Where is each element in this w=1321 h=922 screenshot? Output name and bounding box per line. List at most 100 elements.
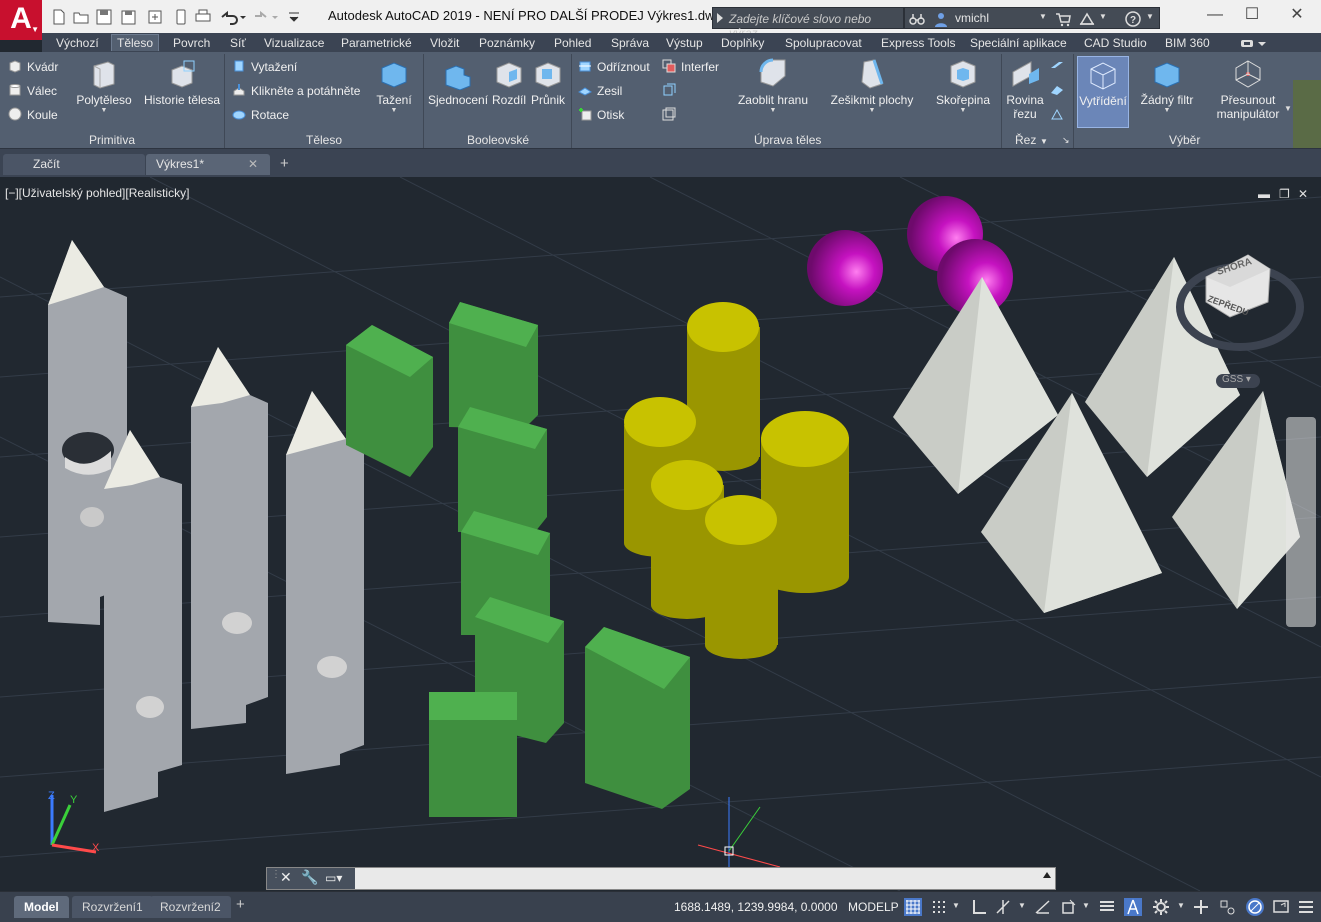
union-button[interactable]: Sjednocení [428,58,488,107]
customize-wrench-icon[interactable]: 🔧 [301,869,318,886]
tab-sprava[interactable]: Správa [611,35,649,52]
expand-arrow-icon[interactable] [717,13,723,23]
command-input[interactable] [357,870,1037,887]
tab-vystup[interactable]: Výstup [666,35,703,52]
sphere-button[interactable]: Koule [8,107,58,122]
tab-poznamky[interactable]: Poznámky [479,35,535,52]
hardware-acceleration-icon[interactable] [1218,898,1236,916]
taper-faces-button[interactable]: Zešikmit plochy ▼ [828,58,916,115]
drawing-viewport[interactable]: Z Y X SHORA ZEPŘEDU [−][Uživatelský pohl… [0,177,1321,891]
ucs-menu[interactable]: GSS ▾ [1216,374,1260,388]
new-tab-icon[interactable]: + [280,155,289,172]
polar-tracking-icon[interactable] [994,898,1012,916]
tab-bim-360[interactable]: BIM 360 [1165,35,1210,52]
web-mobile-icon[interactable] [172,8,190,26]
minimize-icon[interactable]: — [1203,5,1227,25]
panel-launcher-icon[interactable]: ↘ [1062,135,1070,146]
snap-icon[interactable] [930,898,948,916]
search-input[interactable]: Zadejte klíčové slovo nebo výraz. [712,7,904,40]
tab-vizualizace[interactable]: Vizualizace [264,35,324,52]
cart-icon[interactable] [1055,11,1071,27]
tab-cad-studio[interactable]: CAD Studio [1084,35,1147,52]
chevron-down-icon[interactable]: ▼ [1177,901,1185,910]
customize-qat-icon[interactable] [288,8,300,26]
tab-vychozi[interactable]: Výchozí [56,35,99,52]
ribbon-overflow-panel[interactable] [1293,80,1321,148]
chevron-down-icon[interactable]: ▼ [1082,901,1090,910]
file-tab-start[interactable]: Začít [3,154,145,175]
help-icon[interactable]: ? [1125,11,1141,27]
viewport-restore-icon[interactable]: ❐ [1279,187,1290,201]
presspull-button[interactable]: Klikněte a potáhněte [232,83,360,98]
coordinates-readout[interactable]: 1688.1489, 1239.9984, 0.0000 [674,900,838,914]
close-icon[interactable]: ✕ [1285,5,1309,25]
tab-povrch[interactable]: Povrch [173,35,210,52]
command-line[interactable]: ⋮ ✕ 🔧 ▭▾ [266,867,1056,890]
layout-tab-model[interactable]: Model [14,896,69,918]
undo-icon[interactable] [218,8,246,26]
file-tab-drawing1[interactable]: Výkres1* ✕ [146,154,270,175]
tab-teleso[interactable]: Těleso [111,34,160,51]
imprint-button[interactable]: Otisk [578,107,624,122]
subtract-button[interactable]: Rozdíl [491,58,527,107]
lineweight-icon[interactable] [1098,898,1116,916]
fillet-edge-button[interactable]: Zaoblit hranu ▼ [736,58,810,115]
user-icon[interactable] [933,11,949,27]
viewport-controls-label[interactable]: [−][Uživatelský pohled][Realisticky] [5,186,189,200]
publish-icon[interactable] [146,8,164,26]
navigation-bar[interactable] [1286,417,1316,627]
binoculars-icon[interactable] [909,11,925,27]
settings-gear-icon[interactable] [1152,898,1170,916]
autodesk-a360-icon[interactable] [1079,11,1095,27]
annotation-scale-icon[interactable] [1124,898,1142,916]
chevron-down-icon[interactable]: ▼ [1039,12,1047,21]
chevron-down-icon[interactable]: ▼ [1146,12,1154,21]
command-line-grip[interactable]: ⋮ ✕ 🔧 ▭▾ [267,868,355,889]
ortho-icon[interactable] [970,898,988,916]
save-as-icon[interactable] [120,8,138,26]
object-snap-icon[interactable] [1060,898,1078,916]
clean-button[interactable] [662,107,681,122]
plot-icon[interactable] [194,8,212,26]
intersect-button[interactable]: Průnik [530,58,566,107]
isodraft-icon[interactable] [1034,898,1052,916]
model-space-toggle[interactable]: MODELP [848,900,899,914]
chevron-down-icon[interactable]: ▼ [952,901,960,910]
tab-vlozit[interactable]: Vložit [430,35,459,52]
chevron-down-icon[interactable]: ▼ [1284,104,1292,113]
sweep-button[interactable]: Tažení ▼ [374,58,414,115]
grid-icon[interactable] [904,898,922,916]
customization-menu-icon[interactable] [1297,898,1315,916]
add-jog-button[interactable] [1050,83,1069,98]
layout-tab-layout2[interactable]: Rozvržení2 [150,896,231,918]
chevron-down-icon[interactable]: ▼ [1018,901,1026,910]
tab-spolupracovat[interactable]: Spolupracovat [785,35,862,52]
save-icon[interactable] [95,8,113,26]
box-button[interactable]: Kvádr [8,59,58,74]
model-scene[interactable]: Z Y X SHORA ZEPŘEDU [0,177,1321,891]
tab-doplnky[interactable]: Doplňky [721,35,764,52]
generate-section-button[interactable] [1050,107,1069,122]
interfere-button[interactable]: Interfer [662,59,719,74]
new-file-icon[interactable] [50,8,68,26]
redo-icon[interactable] [252,8,280,26]
tab-express-tools[interactable]: Express Tools [881,35,955,52]
cylinder-button[interactable]: Válec [8,83,57,98]
section-plane-button[interactable]: Rovina řezu [1004,58,1046,121]
thicken-button[interactable]: Zesil [578,83,622,98]
viewport-close-icon[interactable]: ✕ [1298,187,1308,201]
application-menu-button[interactable]: A ▼ [0,0,42,40]
command-history-icon[interactable] [1043,872,1051,878]
tab-sit[interactable]: Síť [230,35,246,52]
culling-button[interactable]: Vytřídění [1077,56,1129,128]
separate-button[interactable] [662,83,681,98]
close-command-line-icon[interactable]: ✕ [280,869,292,886]
no-filter-button[interactable]: Žádný filtr ▼ [1136,58,1198,115]
layout-tab-layout1[interactable]: Rozvržení1 [72,896,153,918]
slice-button[interactable]: Odříznout [578,59,650,74]
extrude-button[interactable]: Vytažení [232,59,297,74]
maximize-icon[interactable]: ☐ [1240,5,1264,25]
move-gizmo-button[interactable]: Přesunout manipulátor [1210,58,1286,121]
add-icon[interactable] [1192,898,1210,916]
clean-screen-icon[interactable] [1272,898,1290,916]
